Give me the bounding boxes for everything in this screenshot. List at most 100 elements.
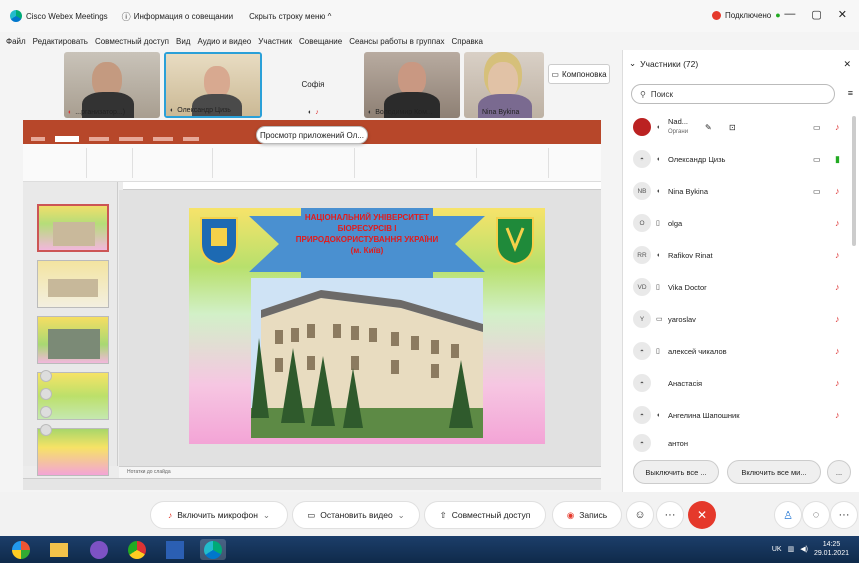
slide-thumbnail[interactable]: 2 <box>37 260 109 308</box>
video-tile[interactable]: ◐ Володимир Ком... <box>364 52 460 118</box>
video-tile-active[interactable]: ◐ Олександр Цизь <box>164 52 262 118</box>
participant-list: ◖ Nad... Органи ✎ ⊡ ▭ ♪ ◓ ◖ Олександр Ци… <box>623 112 859 454</box>
video-tile[interactable]: Софія ◐ ♪ <box>266 52 360 118</box>
app-name: Cisco Webex Meetings <box>26 11 108 21</box>
video-label: ◐ ...рганизатор...) <box>68 109 125 116</box>
avatar: ◓ <box>633 434 651 452</box>
menu-bar: Файл Редактировать Совместный доступ Вид… <box>0 33 620 49</box>
mic-muted-icon: ♪ <box>835 186 840 196</box>
participant-row[interactable]: Y ▭ yaroslav ♪ <box>623 304 859 334</box>
coat-of-arms-icon <box>200 217 238 266</box>
connection-status[interactable]: Подключено ● <box>712 10 781 20</box>
taskbar-chrome[interactable] <box>124 539 150 560</box>
menu-share[interactable]: Совместный доступ <box>95 37 169 46</box>
layout-button[interactable]: ▭ Компоновка <box>548 64 610 84</box>
share-icon: ⇧ <box>439 509 447 520</box>
participant-row[interactable]: NB ◖ Nina Bykina ▭ ♪ <box>623 176 859 206</box>
menu-help[interactable]: Справка <box>452 37 483 46</box>
mic-muted-icon: ♪ <box>835 250 840 260</box>
participant-name: Ангелина Шапошник <box>668 410 740 420</box>
participant-name: Олександр Цизь <box>668 154 726 164</box>
notes-pane[interactable]: Нотатки до слайда <box>119 466 601 478</box>
unmute-label: Включить микрофон <box>177 510 258 520</box>
annotation-tool[interactable] <box>40 388 52 400</box>
stop-video-button[interactable]: ▭ Остановить видео ⌄ <box>292 501 420 529</box>
meeting-info-button[interactable]: ⓘ Информация о совещании <box>122 10 233 23</box>
app-preview-tooltip[interactable]: Просмотр приложений Ол... <box>256 126 368 144</box>
close-window-button[interactable]: ✕ <box>838 8 847 21</box>
participant-row[interactable]: RR ◖ Rafikov Rinat ♪ <box>623 240 859 270</box>
menu-audio-video[interactable]: Аудио и видео <box>197 37 251 46</box>
mic-active-icon: ▮ <box>835 153 840 164</box>
unmute-button[interactable]: ♪ Включить микрофон ⌄ <box>150 501 288 529</box>
mic-icon: ◐ <box>368 109 373 116</box>
hide-menu-button[interactable]: Скрыть строку меню ^ <box>249 12 331 21</box>
clock-date: 29.01.2021 <box>813 550 849 557</box>
mute-all-button[interactable]: Выключить все ... <box>633 460 719 484</box>
close-icon: ✕ <box>696 508 708 522</box>
participant-row[interactable]: ◓ ◖ Олександр Цизь ▭ ▮ <box>623 144 859 174</box>
sort-icon[interactable]: ≡ <box>848 88 853 98</box>
annotation-tool[interactable] <box>40 370 52 382</box>
participant-row[interactable]: O ▯ olga ♪ <box>623 208 859 238</box>
video-name: Nina Bykina <box>482 109 520 116</box>
participant-row[interactable]: VD ▯ Vika Doctor ♪ <box>623 272 859 302</box>
language-indicator[interactable]: UK <box>772 546 782 553</box>
slide-thumbnail[interactable]: 1 <box>37 204 109 252</box>
start-button[interactable] <box>8 539 34 560</box>
menu-edit[interactable]: Редактировать <box>33 37 88 46</box>
university-emblem-icon <box>496 217 534 266</box>
taskbar-word[interactable] <box>162 539 188 560</box>
participant-row[interactable]: ◖ Nad... Органи ✎ ⊡ ▭ ♪ <box>623 112 859 142</box>
minimize-button[interactable]: — <box>784 8 795 21</box>
close-panel-button[interactable]: ✕ <box>843 59 851 70</box>
annotation-tool[interactable] <box>40 406 52 418</box>
participant-name: yaroslav <box>668 314 696 324</box>
ribbon-group <box>357 148 477 178</box>
menu-breakout[interactable]: Сеансы работы в группах <box>349 37 444 46</box>
participants-scrollbar[interactable] <box>852 116 856 246</box>
ribbon-group <box>215 148 355 178</box>
taskbar-webex[interactable] <box>200 539 226 560</box>
video-camera-icon: ▭ <box>307 509 316 520</box>
more-button[interactable]: ··· <box>656 501 684 529</box>
menu-participant[interactable]: Участник <box>258 37 292 46</box>
video-camera-icon: ▭ <box>813 186 821 196</box>
maximize-button[interactable]: ▢ <box>811 8 821 21</box>
share-button[interactable]: ⇧ Совместный доступ <box>424 501 546 529</box>
participant-search-input[interactable]: ⚲ Поиск <box>631 84 835 104</box>
menu-file[interactable]: Файл <box>6 37 26 46</box>
slide-thumbnail[interactable]: 3 <box>37 316 109 364</box>
shared-content[interactable]: Просмотр приложений Ол... 1 2 3 4 5 НАЦІ… <box>23 120 601 490</box>
taskbar-explorer[interactable] <box>46 539 72 560</box>
video-label: ◐ ♪ <box>308 109 319 116</box>
chat-button[interactable]: ◌ <box>802 501 830 529</box>
share-label: Совместный доступ <box>451 510 531 520</box>
mic-icon: ◐ <box>308 109 313 116</box>
unmute-all-button[interactable]: Включить все ми... <box>727 460 821 484</box>
menu-meeting[interactable]: Совещание <box>299 37 342 46</box>
participant-row[interactable]: ◓ ◖ Ангелина Шапошник ♪ <box>623 400 859 430</box>
participants-button[interactable]: ♙ <box>774 501 802 529</box>
video-tile[interactable]: ◐ ...рганизатор...) <box>64 52 160 118</box>
record-button[interactable]: ◉ Запись <box>552 501 622 529</box>
more-options-button[interactable]: ... <box>827 460 851 484</box>
panel-more-button[interactable]: ··· <box>830 501 858 529</box>
participants-header[interactable]: ⌄ Участники (72) <box>629 58 698 69</box>
slide-canvas[interactable]: НАЦІОНАЛЬНИЙ УНІВЕРСИТЕТ БІОРЕСУРСІВ І П… <box>189 208 545 444</box>
chevron-down-icon: ⌄ <box>397 509 405 520</box>
leave-meeting-button[interactable]: ✕ <box>688 501 716 529</box>
meeting-info-label: Информация о совещании <box>133 11 234 21</box>
reactions-button[interactable]: ☺ <box>626 501 654 529</box>
menu-view[interactable]: Вид <box>176 37 190 46</box>
annotation-tool[interactable] <box>40 424 52 436</box>
video-tile[interactable]: Nina Bykina <box>464 52 544 118</box>
participant-row[interactable]: ◓ антон <box>623 428 859 458</box>
participant-row[interactable]: ◓ Анастасія ♪ <box>623 368 859 398</box>
participant-name: антон <box>668 438 688 448</box>
participant-row[interactable]: ◓ ▯ алексей чикалов ♪ <box>623 336 859 366</box>
clock[interactable]: 14:25 29.01.2021 <box>814 540 849 558</box>
mic-icon: ◐ <box>170 107 175 114</box>
slide-title: НАЦІОНАЛЬНИЙ УНІВЕРСИТЕТ БІОРЕСУРСІВ І П… <box>295 213 439 255</box>
taskbar-viber[interactable] <box>86 539 112 560</box>
